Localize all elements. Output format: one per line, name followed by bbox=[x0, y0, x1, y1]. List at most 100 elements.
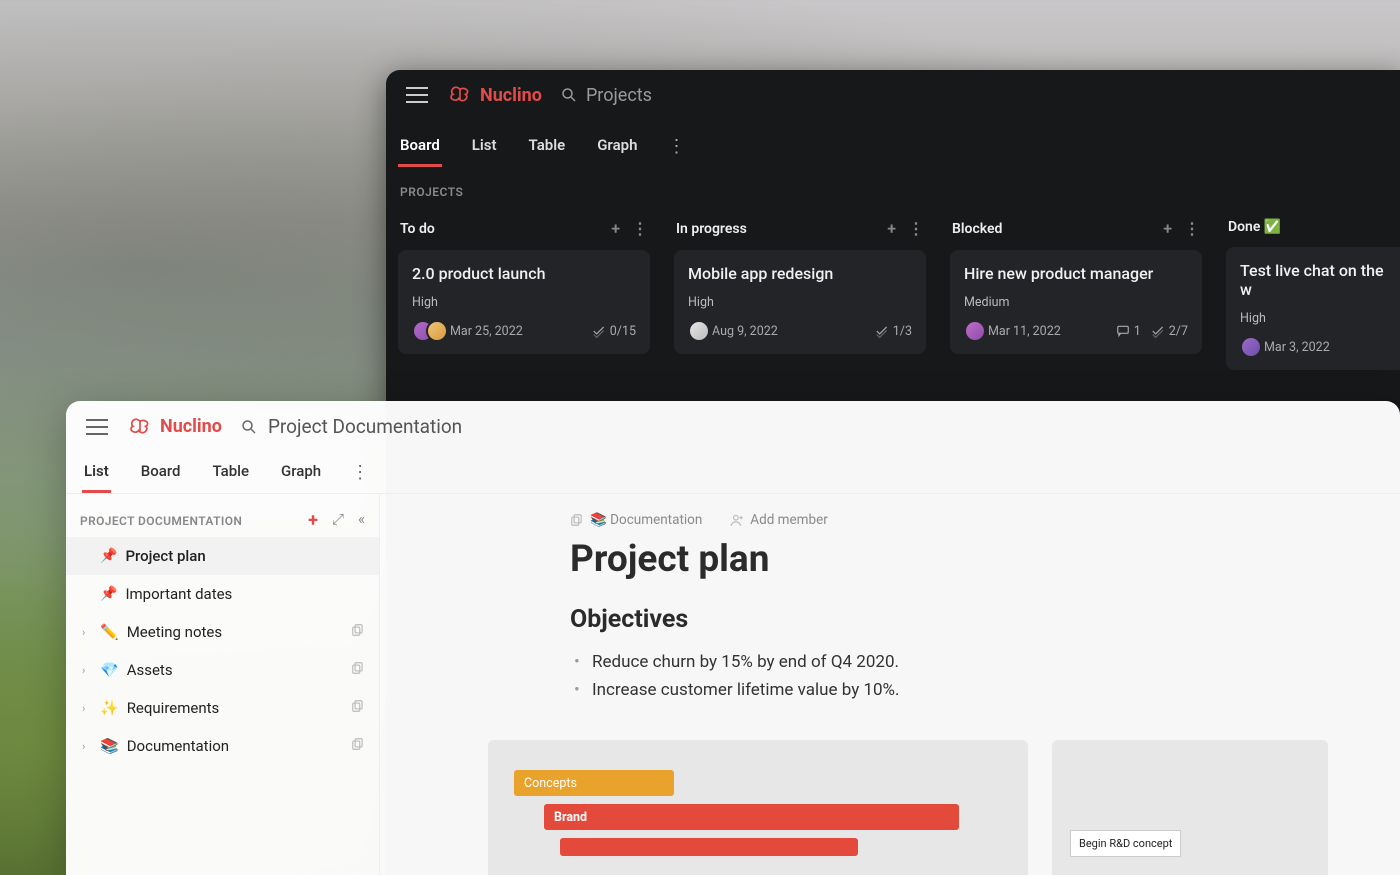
tree-item-label: Important dates bbox=[125, 585, 232, 603]
brain-icon bbox=[126, 416, 154, 438]
doc-bullet[interactable]: Increase customer lifetime value by 10%. bbox=[570, 676, 1400, 704]
tree-item-label: Requirements bbox=[127, 699, 220, 717]
tree-item-requirements[interactable]: › ✨ Requirements bbox=[66, 689, 379, 727]
chevron-icon[interactable]: › bbox=[82, 664, 92, 677]
tree-item-label: Project plan bbox=[125, 547, 205, 565]
collapse-sidebar-icon[interactable]: « bbox=[358, 510, 365, 531]
search-placeholder: Project Documentation bbox=[268, 415, 462, 438]
add-card-icon[interactable]: + bbox=[611, 219, 620, 238]
board-columns: To do + ⋮ 2.0 product launch High Mar 25… bbox=[386, 205, 1400, 402]
person-add-icon bbox=[730, 513, 744, 527]
search[interactable]: Project Documentation bbox=[240, 415, 462, 438]
check-icon bbox=[875, 324, 889, 338]
tab-list[interactable]: List bbox=[82, 452, 111, 493]
doc-title[interactable]: Project plan bbox=[570, 538, 1400, 581]
checklist-count: 2/7 bbox=[1151, 324, 1188, 339]
window-doc-light: Nuclino Project Documentation List Board… bbox=[66, 401, 1400, 875]
tree-item-label: Assets bbox=[127, 661, 173, 679]
card-title: Test live chat on the w bbox=[1240, 261, 1392, 299]
tree: 📌 Project plan 📌 Important dates › ✏️ Me… bbox=[66, 537, 379, 765]
tab-table[interactable]: Table bbox=[527, 126, 568, 167]
add-item-icon[interactable]: + bbox=[308, 510, 318, 531]
card-date: Mar 11, 2022 bbox=[988, 324, 1061, 339]
card-priority: High bbox=[412, 295, 636, 310]
search[interactable]: Projects bbox=[560, 85, 652, 106]
app-name: Nuclino bbox=[480, 85, 542, 106]
card[interactable]: Hire new product manager Medium Mar 11, … bbox=[950, 250, 1202, 354]
assignees bbox=[688, 320, 702, 342]
card-title: Hire new product manager bbox=[964, 264, 1188, 283]
gantt-bar-concepts[interactable]: Concepts bbox=[514, 770, 674, 796]
avatar bbox=[426, 320, 448, 342]
column-inprogress: In progress + ⋮ Mobile app redesign High… bbox=[674, 213, 926, 382]
add-card-icon[interactable]: + bbox=[1163, 219, 1172, 238]
column-blocked: Blocked + ⋮ Hire new product manager Med… bbox=[950, 213, 1202, 382]
collection-icon bbox=[351, 623, 365, 637]
assignees bbox=[412, 320, 440, 342]
tree-item-assets[interactable]: › 💎 Assets bbox=[66, 651, 379, 689]
card[interactable]: 2.0 product launch High Mar 25, 2022 0/1… bbox=[398, 250, 650, 354]
tree-item-project-plan[interactable]: 📌 Project plan bbox=[66, 537, 379, 575]
assignees bbox=[964, 320, 978, 342]
column-more-icon[interactable]: ⋮ bbox=[632, 219, 648, 238]
card-title: 2.0 product launch bbox=[412, 264, 636, 283]
pin-icon: 📌 bbox=[100, 548, 117, 564]
emoji-icon: 📚 bbox=[100, 737, 119, 755]
gantt-panel: Concepts Brand bbox=[488, 740, 1028, 875]
card-priority: High bbox=[1240, 311, 1392, 326]
tree-item-documentation[interactable]: › 📚 Documentation bbox=[66, 727, 379, 765]
tab-graph[interactable]: Graph bbox=[595, 126, 639, 167]
chevron-icon[interactable]: › bbox=[82, 626, 92, 639]
card-priority: Medium bbox=[964, 295, 1188, 310]
tree-item-important-dates[interactable]: 📌 Important dates bbox=[66, 575, 379, 613]
card[interactable]: Mobile app redesign High Aug 9, 2022 1/3 bbox=[674, 250, 926, 354]
card[interactable]: Test live chat on the w High Mar 3, 2022 bbox=[1226, 247, 1400, 370]
menu-icon[interactable] bbox=[406, 87, 428, 103]
checklist-count: 1/3 bbox=[875, 324, 912, 339]
avatar bbox=[688, 320, 710, 342]
collection-crumb[interactable]: 📚 Documentation bbox=[570, 512, 702, 528]
app-logo[interactable]: Nuclino bbox=[446, 84, 542, 106]
add-member-button[interactable]: Add member bbox=[730, 512, 828, 528]
tree-item-meeting-notes[interactable]: › ✏️ Meeting notes bbox=[66, 613, 379, 651]
chevron-icon[interactable]: › bbox=[82, 740, 92, 753]
chevron-icon[interactable]: › bbox=[82, 702, 92, 715]
column-more-icon[interactable]: ⋮ bbox=[1184, 219, 1200, 238]
collection-icon bbox=[351, 699, 365, 713]
menu-icon[interactable] bbox=[86, 419, 108, 435]
column-title: Blocked bbox=[952, 221, 1002, 237]
checklist-count: 0/15 bbox=[592, 324, 636, 339]
add-card-icon[interactable]: + bbox=[887, 219, 896, 238]
doc-bullet-list[interactable]: Reduce churn by 15% by end of Q4 2020. I… bbox=[570, 648, 1400, 704]
tab-list[interactable]: List bbox=[470, 126, 499, 167]
tab-graph[interactable]: Graph bbox=[279, 452, 323, 493]
gantt-bar[interactable] bbox=[560, 838, 858, 856]
more-icon[interactable]: ⋮ bbox=[351, 456, 369, 489]
avatar bbox=[964, 320, 986, 342]
embedded-gantt: Concepts Brand Begin R&D concept bbox=[380, 740, 1400, 875]
tree-item-label: Documentation bbox=[127, 737, 229, 755]
sidebar-label: PROJECT DOCUMENTATION bbox=[80, 514, 242, 528]
tab-board[interactable]: Board bbox=[398, 126, 442, 167]
gantt-milestone[interactable]: Begin R&D concept bbox=[1070, 830, 1181, 857]
gantt-bar-brand[interactable]: Brand bbox=[544, 804, 959, 830]
view-tabs: List Board Table Graph ⋮ bbox=[66, 446, 1400, 494]
emoji-icon: 💎 bbox=[100, 661, 119, 679]
column-title: To do bbox=[400, 221, 435, 237]
expand-icon[interactable]: ⤢ bbox=[332, 510, 344, 531]
tab-table[interactable]: Table bbox=[210, 452, 251, 493]
section-label: PROJECTS bbox=[386, 167, 1400, 205]
doc-section-heading[interactable]: Objectives bbox=[570, 605, 1400, 634]
check-icon bbox=[592, 324, 606, 338]
more-icon[interactable]: ⋮ bbox=[667, 130, 685, 163]
tab-board[interactable]: Board bbox=[139, 452, 183, 493]
search-icon bbox=[560, 86, 578, 104]
app-logo[interactable]: Nuclino bbox=[126, 416, 222, 438]
search-icon bbox=[240, 418, 258, 436]
column-title: Done ✅ bbox=[1228, 219, 1281, 235]
card-priority: High bbox=[688, 295, 912, 310]
search-placeholder: Projects bbox=[586, 85, 652, 106]
assignees bbox=[1240, 336, 1254, 358]
doc-bullet[interactable]: Reduce churn by 15% by end of Q4 2020. bbox=[570, 648, 1400, 676]
column-more-icon[interactable]: ⋮ bbox=[908, 219, 924, 238]
